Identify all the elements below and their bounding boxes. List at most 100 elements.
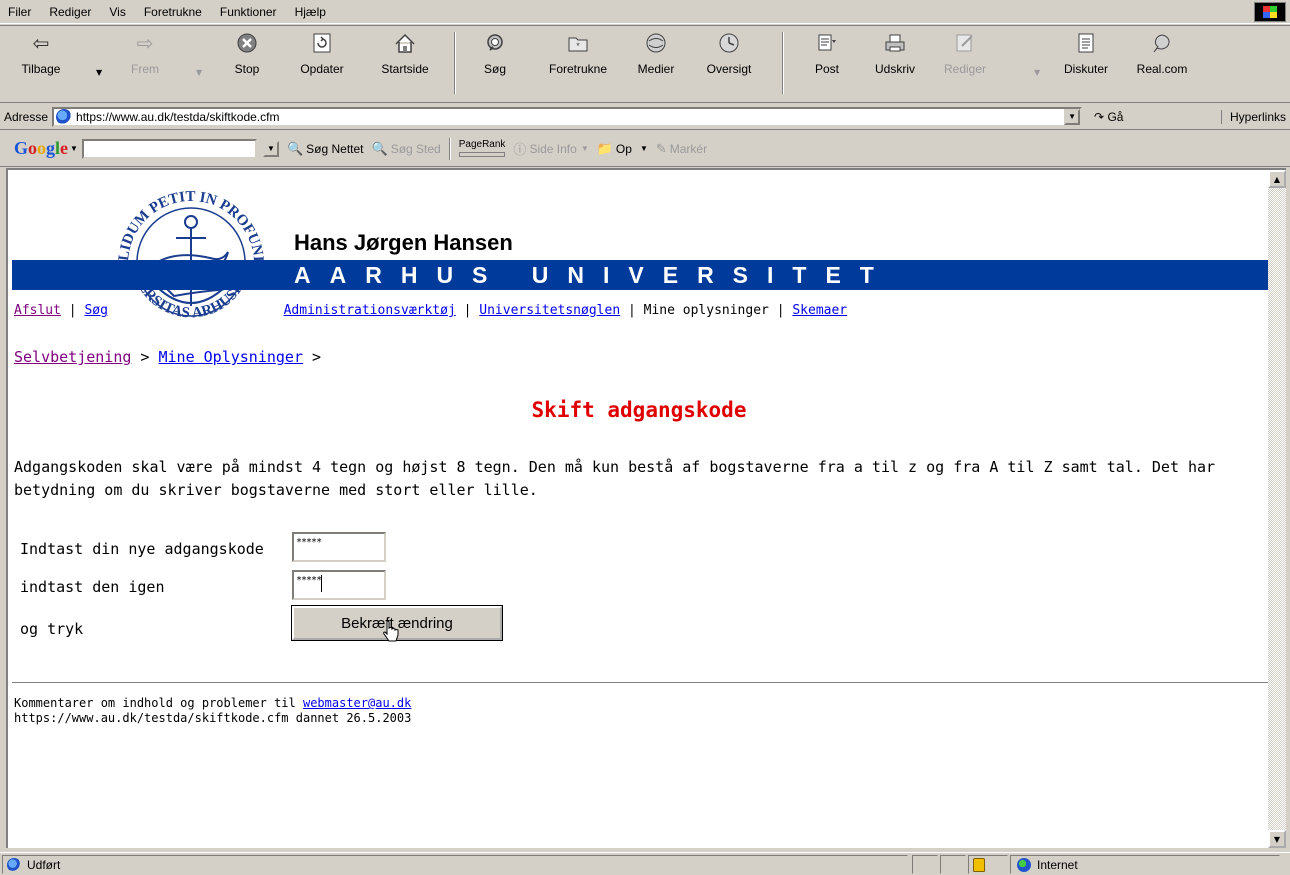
address-input[interactable]: https://www.au.dk/testda/skiftkode.cfm ▼: [52, 106, 1083, 127]
text-caret: [321, 575, 323, 592]
logout-link[interactable]: Afslut: [14, 303, 61, 318]
status-panel: [940, 855, 966, 874]
search-button[interactable]: Søg: [470, 28, 520, 100]
footer-page-info: https://www.au.dk/testda/skiftkode.cfm d…: [14, 711, 412, 725]
address-bar: Adresse https://www.au.dk/testda/skiftko…: [0, 104, 1290, 130]
university-name: AARHUS UNIVERSITET: [294, 262, 893, 288]
menu-help[interactable]: Hjælp: [293, 4, 328, 20]
go-label: Gå: [1107, 109, 1124, 124]
info-icon: ⓘ: [513, 142, 527, 157]
page-footer: Kommentarer om indhold og problemer til …: [14, 696, 411, 726]
search-label: Søg: [483, 62, 506, 76]
windows-logo-icon: [1254, 2, 1286, 22]
status-panel: [912, 855, 938, 874]
up-button[interactable]: 📁 Op ▼: [597, 141, 648, 157]
new-password-label: Indtast din nye adgangskode: [20, 540, 264, 558]
back-button[interactable]: ⇦ Tilbage: [12, 28, 70, 100]
menu-favorites[interactable]: Foretrukne: [142, 4, 204, 20]
google-menu-dropdown-icon[interactable]: ▼: [70, 144, 78, 153]
favorites-button[interactable]: * Foretrukne: [538, 28, 618, 100]
home-button[interactable]: Startside: [372, 28, 438, 100]
new-password-value: *****: [296, 537, 322, 548]
breadcrumb-self-service[interactable]: Selvbetjening: [14, 348, 131, 366]
address-label: Adresse: [4, 109, 49, 124]
search-icon: [482, 30, 508, 56]
lock-icon: [973, 857, 985, 872]
nav-separator: |: [60, 303, 85, 318]
google-toolbar: Google ▼ ▼ 🔍 Søg Nettet 🔍 Søg Sted PageRan…: [0, 131, 1290, 167]
back-label: Tilbage: [21, 62, 61, 76]
status-text-panel: Udført: [2, 855, 908, 874]
back-arrow-icon: ⇦: [32, 32, 50, 55]
discuss-label: Diskuter: [1063, 62, 1108, 76]
status-bar: Udført Internet: [0, 852, 1290, 875]
menu-file[interactable]: Filer: [6, 4, 33, 20]
confirm-password-input[interactable]: *****: [292, 570, 386, 600]
toolbar-separator: [454, 32, 456, 94]
edit-dropdown-icon[interactable]: ▼: [1034, 68, 1040, 77]
real-label: Real.com: [1136, 62, 1188, 76]
address-dropdown-button[interactable]: ▼: [1064, 108, 1081, 125]
hand-cursor-icon: [383, 620, 399, 642]
up-label: Op: [615, 141, 632, 156]
scroll-up-button[interactable]: ▲: [1268, 170, 1286, 188]
forms-link[interactable]: Skemaer: [792, 303, 847, 318]
address-url: https://www.au.dk/testda/skiftkode.cfm: [76, 109, 280, 124]
menu-view[interactable]: Vis: [107, 4, 127, 20]
highlight-button[interactable]: ✎ Markér: [656, 141, 707, 157]
google-search-input[interactable]: [81, 138, 257, 159]
forward-dropdown-icon[interactable]: ▼: [196, 68, 202, 77]
pagerank-indicator[interactable]: PageRank: [458, 140, 505, 157]
new-password-input[interactable]: *****: [292, 532, 386, 562]
password-rules-text: Adgangskoden skal være på mindst 4 tegn …: [14, 456, 1264, 502]
password-rules-line: Adgangskoden skal være på mindst 4 tegn …: [14, 458, 1216, 476]
google-toolbar-separator: [448, 137, 451, 160]
security-zone-panel: Internet: [1010, 855, 1280, 874]
real-com-icon: [1149, 30, 1175, 56]
my-info-current: | Mine oplysninger |: [620, 303, 793, 318]
google-search-dropdown-button[interactable]: ▼: [262, 140, 279, 157]
page-title: Skift adgangskode: [531, 398, 747, 422]
media-button[interactable]: Medier: [628, 28, 684, 100]
pagerank-bar: [458, 152, 505, 157]
printer-icon: [882, 30, 908, 56]
google-logo[interactable]: Google: [14, 138, 68, 159]
menu-tools[interactable]: Funktioner: [218, 4, 279, 20]
search-web-button[interactable]: 🔍 Søg Nettet: [287, 141, 364, 157]
edit-button[interactable]: Rediger: [938, 28, 992, 100]
refresh-button[interactable]: Opdater: [292, 28, 352, 100]
breadcrumb-separator: >: [303, 348, 322, 366]
footer-divider: [12, 682, 1268, 684]
media-icon: [643, 30, 669, 56]
breadcrumb-my-info[interactable]: Mine Oplysninger: [159, 348, 304, 366]
forward-button[interactable]: ⇨ Frem: [120, 28, 170, 100]
stop-label: Stop: [234, 62, 260, 76]
history-icon: [716, 30, 742, 56]
menu-edit[interactable]: Rediger: [47, 4, 93, 20]
confirm-password-value: *****: [296, 575, 322, 586]
stop-button[interactable]: Stop: [222, 28, 272, 100]
search-link[interactable]: Søg: [84, 303, 107, 318]
search-site-button[interactable]: 🔍 Søg Sted: [372, 141, 441, 157]
go-button[interactable]: ↷ Gå: [1094, 110, 1123, 124]
university-key-link[interactable]: Universitetsnøglen: [479, 303, 620, 318]
page-info-dropdown-icon: ▼: [580, 144, 589, 153]
vertical-scrollbar[interactable]: ▲ ▼: [1268, 168, 1286, 848]
real-button[interactable]: Real.com: [1130, 28, 1194, 100]
print-label: Udskriv: [874, 62, 915, 76]
page-info-button[interactable]: ⓘ Side Info ▼: [513, 139, 588, 158]
mail-button[interactable]: Post: [798, 28, 856, 100]
mail-icon: [814, 30, 840, 56]
history-button[interactable]: Oversigt: [698, 28, 760, 100]
back-dropdown-icon[interactable]: ▼: [96, 68, 102, 77]
webmaster-email-link[interactable]: webmaster@au.dk: [303, 696, 411, 710]
home-label: Startside: [381, 62, 429, 76]
admin-tools-link[interactable]: Administrationsværktøj: [284, 303, 456, 318]
discuss-button[interactable]: Diskuter: [1056, 28, 1116, 100]
scroll-down-button[interactable]: ▼: [1268, 830, 1286, 848]
forward-arrow-icon: ⇨: [136, 32, 154, 55]
print-button[interactable]: Udskriv: [868, 28, 922, 100]
refresh-icon: [309, 30, 335, 56]
menu-bar: Filer Rediger Vis Foretrukne Funktioner …: [0, 0, 1290, 24]
links-button[interactable]: Hyperlinks: [1220, 109, 1286, 124]
